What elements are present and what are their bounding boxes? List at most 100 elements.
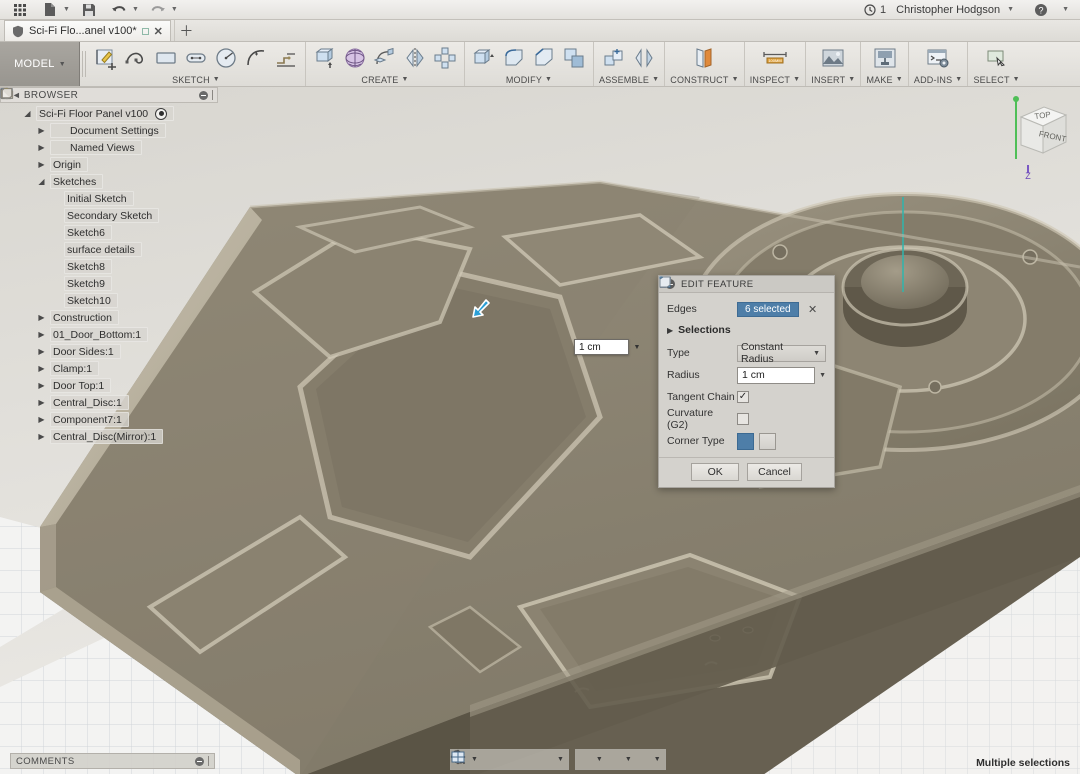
radius-input[interactable]: 1 cm [737, 366, 816, 384]
combine-icon[interactable] [560, 44, 588, 72]
expand-triangle-icon[interactable]: ▶ [36, 126, 47, 135]
job-status[interactable]: 1 [864, 4, 886, 16]
new-tab-button[interactable]: ＋ [173, 20, 198, 41]
clear-selection-icon[interactable]: ✕ [808, 303, 817, 316]
3d-viewport[interactable]: ◄◄ BROWSER ◢ [0, 87, 1080, 774]
circle-icon[interactable] [212, 44, 240, 72]
tree-row[interactable]: ▶ 01_Door_Bottom:1 [0, 88, 218, 343]
ribbon-panel-label-modify[interactable]: MODIFY ▼ [506, 73, 552, 86]
tree-row[interactable]: Sketch10 [0, 88, 218, 309]
offset-plane-icon[interactable] [690, 44, 718, 72]
tree-row[interactable]: ▶ Document Settings [0, 87, 218, 139]
tree-row[interactable]: Sketch8 [0, 88, 218, 275]
new-component-icon[interactable] [600, 44, 628, 72]
chevron-down-icon[interactable]: ▼ [625, 756, 635, 763]
insert-image-icon[interactable] [819, 44, 847, 72]
fillet-icon[interactable] [500, 44, 528, 72]
tree-row-root[interactable]: ◢ Sci-Fi Floor Panel v100 [0, 87, 218, 122]
expand-triangle-icon[interactable]: ▶ [36, 330, 47, 339]
chevron-down-icon[interactable]: ▼ [819, 372, 826, 379]
viewports-icon[interactable] [451, 750, 654, 769]
slot-icon[interactable] [182, 44, 210, 72]
curvature-checkbox[interactable] [737, 413, 749, 425]
pan-icon[interactable] [454, 750, 519, 769]
grid-snaps-icon[interactable] [451, 750, 625, 769]
scripts-addins-icon[interactable] [924, 44, 952, 72]
joint-icon[interactable] [630, 44, 658, 72]
dialog-title-bar[interactable]: EDIT FEATURE [659, 276, 834, 293]
expand-triangle-icon[interactable]: ▶ [36, 415, 47, 424]
expand-triangle-icon[interactable]: ▶ [36, 364, 47, 373]
panel-options-icon[interactable] [199, 90, 208, 100]
ribbon-panel-label-construct[interactable]: CONSTRUCT ▼ [670, 73, 738, 86]
tree-row[interactable]: Secondary Sketch [0, 88, 218, 224]
chevron-down-icon[interactable]: ▼ [813, 350, 822, 357]
arc-icon[interactable] [242, 44, 270, 72]
setback-corner-icon[interactable] [659, 276, 776, 450]
ribbon-panel-label-assemble[interactable]: ASSEMBLE ▼ [599, 73, 659, 86]
ribbon-panel-label-inspect[interactable]: INSPECT ▼ [750, 73, 801, 86]
ribbon-panel-label-create[interactable]: CREATE ▼ [361, 73, 408, 86]
user-menu-caret-icon[interactable]: ▼ [1007, 6, 1017, 13]
chamfer-icon[interactable] [530, 44, 558, 72]
expand-triangle-icon[interactable]: ◢ [36, 177, 47, 186]
tree-row[interactable]: ▶ Clamp:1 [0, 88, 218, 377]
pattern-icon[interactable] [431, 44, 459, 72]
expand-triangle-icon[interactable]: ▶ [36, 398, 47, 407]
document-tab[interactable]: Sci-Fi Flo...anel v100* ✕ [4, 20, 171, 41]
expand-triangle-icon[interactable]: ▶ [36, 160, 47, 169]
expand-triangle-icon[interactable]: ▶ [36, 347, 47, 356]
press-pull-icon[interactable] [470, 44, 498, 72]
expand-triangle-icon[interactable]: ▶ [36, 313, 47, 322]
look-at-icon[interactable] [451, 750, 500, 769]
tangent-chain-checkbox[interactable]: ✓ [737, 391, 749, 403]
ok-button[interactable]: OK [691, 463, 740, 481]
rectangle-icon[interactable] [152, 44, 180, 72]
close-icon[interactable]: ✕ [154, 25, 163, 38]
tree-row[interactable]: Sketch9 [0, 88, 218, 292]
measure-icon[interactable]: 100MM [760, 44, 790, 72]
tree-row[interactable]: Initial Sketch [0, 88, 218, 207]
ribbon-panel-label-sketch[interactable]: SKETCH ▼ [172, 73, 220, 86]
selections-section[interactable]: ▶ Selections [667, 321, 826, 339]
tree-row[interactable]: ◢ Sketches [0, 88, 218, 190]
expand-triangle-icon[interactable]: ▶ [36, 143, 47, 152]
help-menu-caret-icon[interactable]: ▼ [1062, 6, 1072, 13]
rolling-ball-corner-icon[interactable] [659, 276, 754, 450]
tree-row[interactable]: ▶ Central_Disc(Mirror):1 [0, 88, 218, 445]
display-settings-icon[interactable] [451, 750, 596, 769]
chevron-down-icon[interactable]: ▼ [596, 756, 606, 763]
tree-row[interactable]: ▶ Origin [0, 88, 218, 173]
ribbon-panel-label-make[interactable]: MAKE ▼ [866, 73, 902, 86]
tree-row[interactable]: ▶ Named Views [0, 89, 218, 156]
redo-history-caret-icon[interactable]: ▼ [171, 6, 181, 13]
expand-triangle-icon[interactable]: ▶ [36, 432, 47, 441]
tree-row[interactable]: Sketch6 [0, 88, 218, 241]
cancel-button[interactable]: Cancel [747, 463, 802, 481]
select-icon[interactable] [983, 44, 1011, 72]
ribbon-panel-label-addins[interactable]: ADD-INS ▼ [914, 73, 963, 86]
tree-row[interactable]: ▶ Door Sides:1 [0, 88, 218, 360]
extrude-icon[interactable] [311, 44, 339, 72]
create-sketch-icon[interactable] [92, 44, 120, 72]
fit-icon[interactable] [451, 750, 557, 769]
type-dropdown[interactable]: Constant Radius ▼ [659, 276, 826, 365]
spline-icon[interactable] [122, 44, 150, 72]
chevron-down-icon[interactable]: ▼ [654, 756, 664, 763]
expand-triangle-icon[interactable]: ▶ [667, 326, 673, 335]
tree-row[interactable]: ▶ Construction [0, 88, 218, 326]
panel-options-icon[interactable] [195, 756, 204, 766]
chevron-down-icon[interactable]: ▼ [631, 339, 643, 355]
tree-row[interactable]: ▶ Component7:1 [0, 88, 218, 428]
dimension-input-group[interactable]: 1 cm ▼ [574, 339, 643, 355]
view-cube[interactable]: Z TOP FRONT [996, 87, 1074, 179]
user-name-label[interactable]: Christopher Hodgson [896, 4, 1000, 16]
expand-triangle-icon[interactable]: ◢ [22, 109, 33, 118]
focus-target-icon[interactable] [155, 107, 168, 120]
mirror-icon[interactable] [401, 44, 429, 72]
undo-history-caret-icon[interactable]: ▼ [132, 6, 142, 13]
sketch-dimension-icon[interactable] [272, 44, 300, 72]
revolve-icon[interactable] [341, 44, 369, 72]
chevron-down-icon[interactable]: ▼ [557, 756, 567, 763]
file-menu-caret-icon[interactable]: ▼ [63, 6, 73, 13]
